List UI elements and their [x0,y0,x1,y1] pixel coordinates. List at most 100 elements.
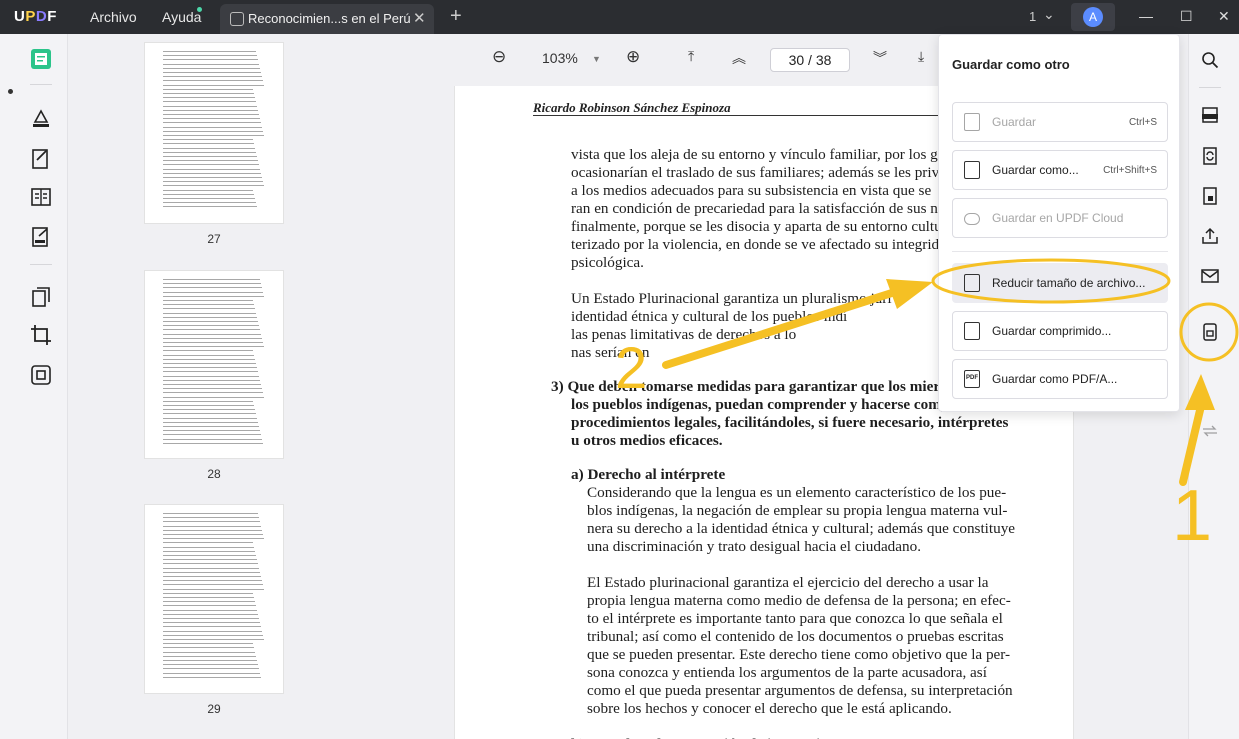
close-window-button[interactable]: ✕ [1218,8,1230,25]
document-text-line: nera su derecho a la identidad étnica y … [587,520,1016,537]
save-compressed-button[interactable]: Guardar comprimido... [952,311,1168,351]
thumbnail-page-number: 29 [207,702,221,716]
crop-icon[interactable] [30,324,52,346]
thumbnail-text-line [163,350,253,352]
thumbnail-text-line [163,164,259,166]
thumbnail-text-line [163,346,264,348]
thumbnail-text-line [163,312,256,314]
thumbnail-text-line [163,634,263,636]
document-text-line: ocasionarían el traslado de sus familiar… [571,164,958,181]
document-tab[interactable]: Reconocimien...s en el Perú ✕ [220,4,434,34]
thumbnail-text-line [163,622,260,624]
account-button[interactable]: A [1071,3,1115,31]
thumbnail-text-line [163,413,256,415]
reader-mode-icon[interactable] [30,48,52,70]
save-to-cloud-button[interactable]: Guardar en UPDF Cloud [952,198,1168,238]
thumbnail-text-line [163,672,260,674]
thumbnail-text-line [163,618,259,619]
ocr-icon[interactable] [1201,106,1219,124]
thumbnail-text-line [163,529,262,531]
search-icon[interactable] [1201,51,1219,69]
fill-sign-icon[interactable] [30,226,52,248]
thumbnail-text-line [163,660,257,661]
thumbnail-text-line [163,601,255,603]
thumbnail-text-line [163,295,264,297]
chevron-down-icon[interactable]: ⌄ [1043,6,1055,23]
save-as-button[interactable]: Guardar como... Ctrl+Shift+S [952,150,1168,190]
save-button[interactable]: Guardar Ctrl+S [952,102,1168,142]
thumbnail-text-line [163,639,264,640]
menu-archivo[interactable]: Archivo [90,9,137,25]
zoom-dropdown-icon[interactable]: ▼ [592,54,601,64]
document-text-line: sona conozca y entienda los argumentos d… [587,664,987,681]
thumbnail-text-line [163,177,262,178]
menu-ayuda[interactable]: Ayuda [162,9,201,25]
collapse-icon[interactable] [1201,422,1219,440]
thumbnail-text-line [163,109,258,111]
save-pdfa-button[interactable]: PDF Guardar como PDF/A... [952,359,1168,399]
save-as-other-icon[interactable] [1201,323,1219,341]
save-compressed-label: Guardar comprimido... [992,324,1112,338]
thumbnail-page-28[interactable] [144,270,284,459]
document-text-line: a) Derecho al intérprete [571,466,726,483]
first-page-icon[interactable]: ⤒ [688,48,694,65]
thumbnail-text-line [163,626,261,628]
save-icon [964,113,980,131]
thumbnail-text-line [163,135,264,136]
thumbnail-text-line [163,143,254,145]
close-tab-button[interactable]: ✕ [413,9,426,27]
thumbnail-text-line [163,101,256,103]
zoom-level[interactable]: 103% [542,50,578,66]
thumbnail-page-27[interactable] [144,42,284,224]
edit-pdf-icon[interactable] [30,148,52,170]
convert-icon[interactable] [1201,147,1219,165]
thumbnail-text-line [163,206,257,208]
document-text-line: los pueblos indígenas, puedan comprender… [571,396,957,413]
comment-icon[interactable] [30,108,52,130]
thumbnail-text-line [163,358,255,360]
thumbnail-text-line [163,80,263,82]
page-number-input[interactable]: 30 / 38 [770,48,850,72]
thumbnail-text-line [163,392,263,394]
document-tab-title: Reconocimien...s en el Perú [248,11,411,26]
organize-pages-icon[interactable] [30,286,52,308]
last-page-icon[interactable]: ⤓ [918,48,924,65]
protect-icon[interactable] [1201,187,1219,205]
thumbnail-text-line [163,156,257,157]
thumbnail-text-line [163,426,259,427]
minimize-button[interactable]: — [1139,8,1153,24]
document-text-line: a los medios adecuados para su subsisten… [571,182,932,199]
email-icon[interactable] [1201,267,1219,285]
window-count[interactable]: 1 [1029,9,1036,24]
thumbnail-text-line [163,400,253,402]
zoom-out-button[interactable]: ⊖ [492,47,506,67]
thumbnail-text-line [163,375,259,377]
next-page-icon[interactable]: ︾ [873,48,887,68]
thumbnail-text-line [163,300,253,301]
thumbnail-text-line [163,576,261,577]
thumbnail-text-line [163,308,255,310]
reduce-file-size-button[interactable]: Reducir tamaño de archivo... [952,263,1168,303]
form-icon[interactable] [30,186,52,208]
share-icon[interactable] [1201,227,1219,245]
thumbnail-text-line [163,367,257,369]
thumbnail-text-line [163,147,255,149]
tool-divider [30,264,52,265]
new-tab-button[interactable]: + [450,5,462,28]
document-text-line: una discriminación y trato desigual haci… [587,538,922,555]
zoom-in-button[interactable]: ⊕ [626,47,640,67]
thumbnail-page-number: 27 [207,232,221,246]
title-bar: UPDF Archivo Ayuda Reconocimien...s en e… [0,0,1239,34]
thumbnail-text-line [163,59,258,61]
thumbnail-text-line [163,371,258,373]
maximize-button[interactable]: ☐ [1180,8,1193,25]
thumbnail-page-29[interactable] [144,504,284,694]
thumbnail-text-line [163,396,264,398]
thumbnail-text-line [163,379,260,381]
thumbnail-page-number: 28 [207,467,221,481]
thumbnail-text-line [163,605,256,607]
previous-page-icon[interactable]: ︽ [732,48,746,68]
thumbnail-text-line [163,417,257,419]
page-tools-icon[interactable] [30,364,52,386]
notification-dot [197,7,202,12]
